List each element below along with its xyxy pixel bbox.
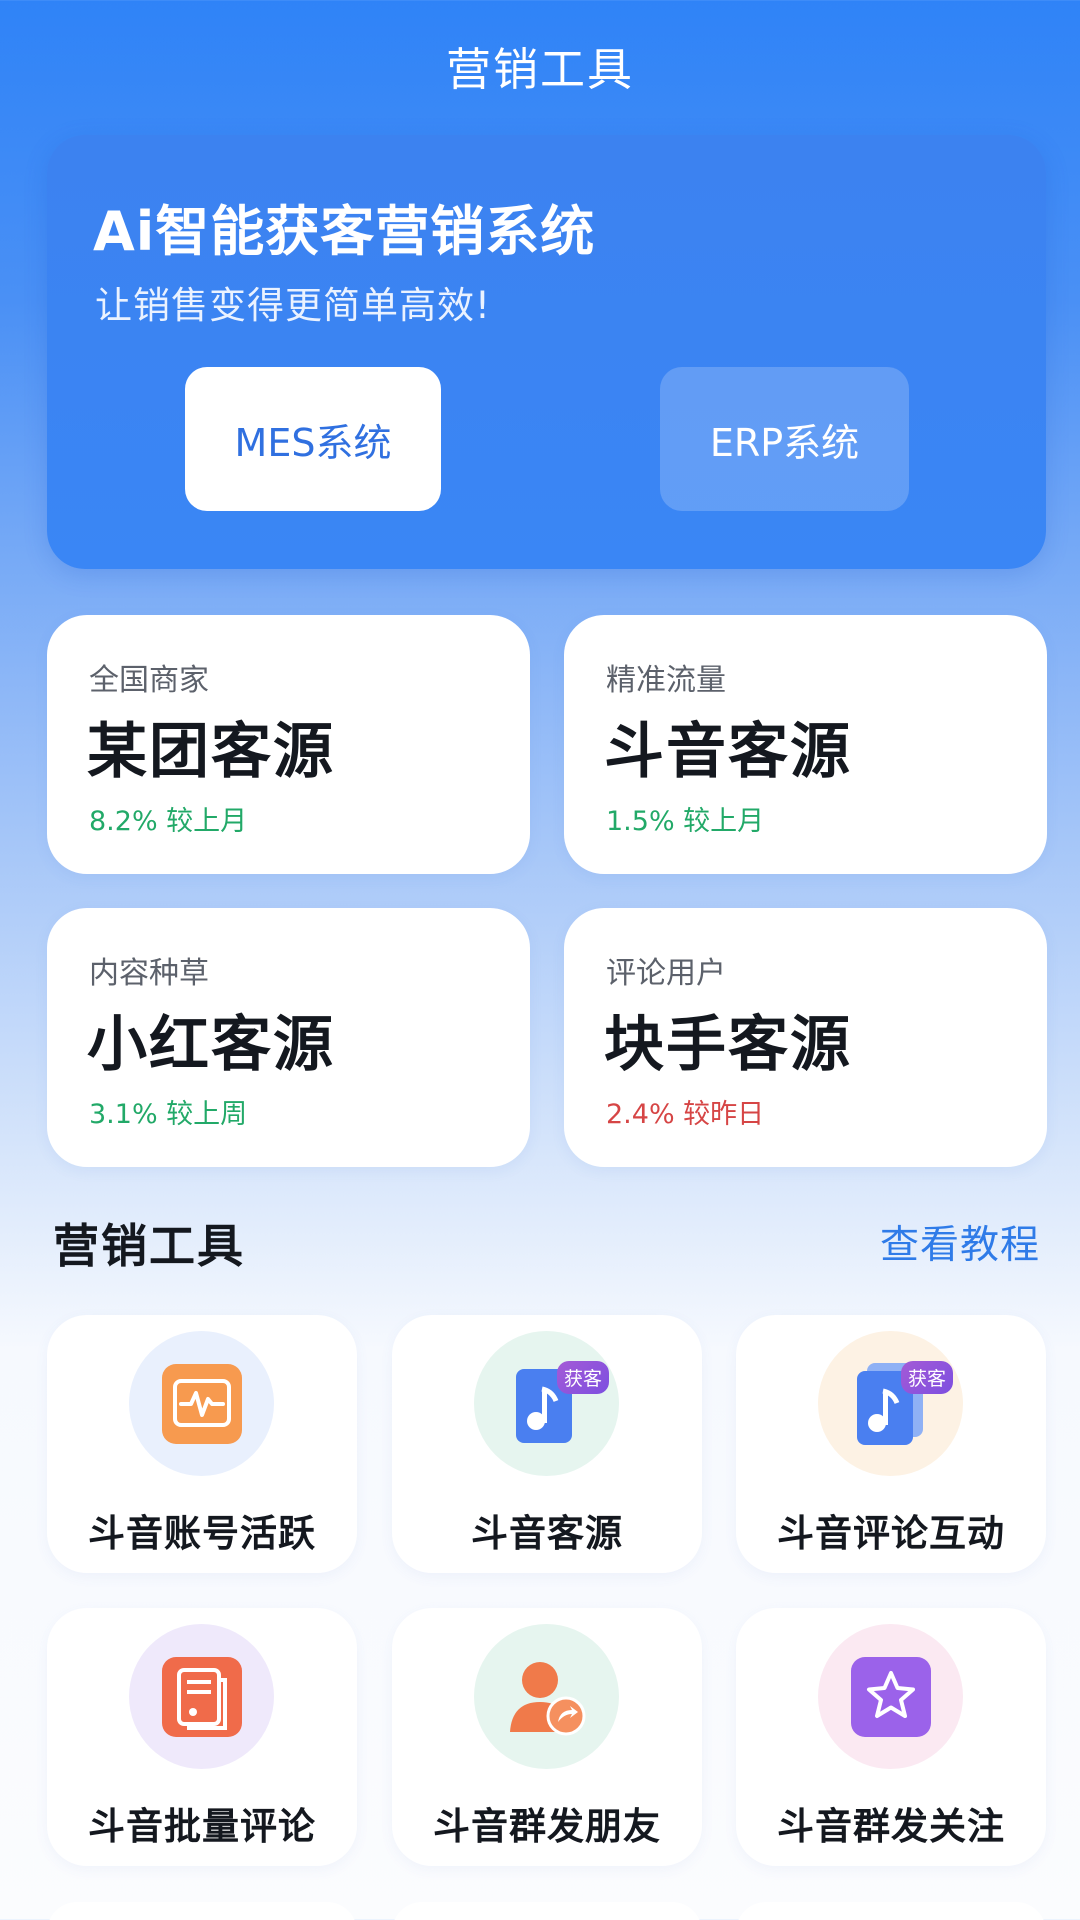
- top-bar: 营销工具: [0, 0, 1080, 130]
- tool-tile-partial[interactable]: [47, 1902, 357, 1920]
- tool-icon-circle: 获客: [818, 1331, 963, 1476]
- stat-name: 小红客源: [87, 1010, 335, 1080]
- tool-tile-partial[interactable]: [736, 1902, 1046, 1920]
- tool-douyin-leads[interactable]: 获客 斗音客源: [392, 1315, 702, 1573]
- hero-title: Ai智能获客营销系统: [93, 200, 596, 263]
- tool-label: 斗音客源: [471, 1512, 623, 1555]
- tool-icon-circle: [129, 1624, 274, 1769]
- tools-section-title: 营销工具: [53, 1219, 245, 1273]
- erp-system-button[interactable]: ERP系统: [660, 367, 909, 511]
- leads-badge: 获客: [557, 1361, 610, 1394]
- mes-system-button[interactable]: MES系统: [185, 367, 441, 511]
- leads-badge: 获客: [901, 1361, 954, 1394]
- stat-category: 评论用户: [606, 956, 726, 991]
- user-share-icon: [509, 1661, 585, 1735]
- stat-change: 1.5% 较上月: [606, 806, 765, 837]
- tool-label: 斗音评论互动: [777, 1512, 1005, 1555]
- tool-batch-comment[interactable]: 斗音批量评论: [47, 1608, 357, 1866]
- tool-tile-partial[interactable]: [392, 1902, 702, 1920]
- tool-icon-circle: 获客: [474, 1331, 619, 1476]
- hero-banner: Ai智能获客营销系统 让销售变得更简单高效! MES系统 ERP系统: [47, 135, 1046, 569]
- document-icon: [161, 1656, 242, 1737]
- tool-label: 斗音群发朋友: [433, 1805, 661, 1848]
- tool-label: 斗音账号活跃: [88, 1512, 316, 1555]
- stat-name: 某团客源: [87, 717, 335, 787]
- tool-icon-circle: [474, 1624, 619, 1769]
- stat-name: 斗音客源: [604, 717, 852, 787]
- hero-subtitle: 让销售变得更简单高效!: [95, 284, 491, 327]
- tool-mass-follow[interactable]: 斗音群发关注: [736, 1608, 1046, 1866]
- tool-icon-circle: [129, 1331, 274, 1476]
- stat-change: 2.4% 较昨日: [606, 1099, 765, 1130]
- tool-label: 斗音批量评论: [88, 1805, 316, 1848]
- stat-card-kuaishou[interactable]: 评论用户 块手客源 2.4% 较昨日: [564, 908, 1047, 1167]
- view-tutorial-link[interactable]: 查看教程: [880, 1214, 1040, 1270]
- tool-label: 斗音群发关注: [777, 1805, 1005, 1848]
- tool-icon-circle: [818, 1624, 963, 1769]
- tool-comment-interaction[interactable]: 获客 斗音评论互动: [736, 1315, 1046, 1573]
- stat-category: 内容种草: [89, 956, 209, 991]
- tool-mass-message-friends[interactable]: 斗音群发朋友: [392, 1608, 702, 1866]
- stat-card-xiaohongshu[interactable]: 内容种草 小红客源 3.1% 较上周: [47, 908, 530, 1167]
- star-icon: [850, 1656, 931, 1737]
- stat-change: 3.1% 较上周: [89, 1099, 248, 1130]
- stat-change: 8.2% 较上月: [89, 806, 248, 837]
- tool-account-active[interactable]: 斗音账号活跃: [47, 1315, 357, 1573]
- stat-card-meituan[interactable]: 全国商家 某团客源 8.2% 较上月: [47, 615, 530, 874]
- page-title: 营销工具: [445, 42, 634, 96]
- stat-category: 全国商家: [89, 663, 209, 698]
- stat-name: 块手客源: [604, 1010, 852, 1080]
- activity-chart-icon: [161, 1363, 242, 1444]
- stat-category: 精准流量: [606, 663, 726, 698]
- stat-card-douyin[interactable]: 精准流量 斗音客源 1.5% 较上月: [564, 615, 1047, 874]
